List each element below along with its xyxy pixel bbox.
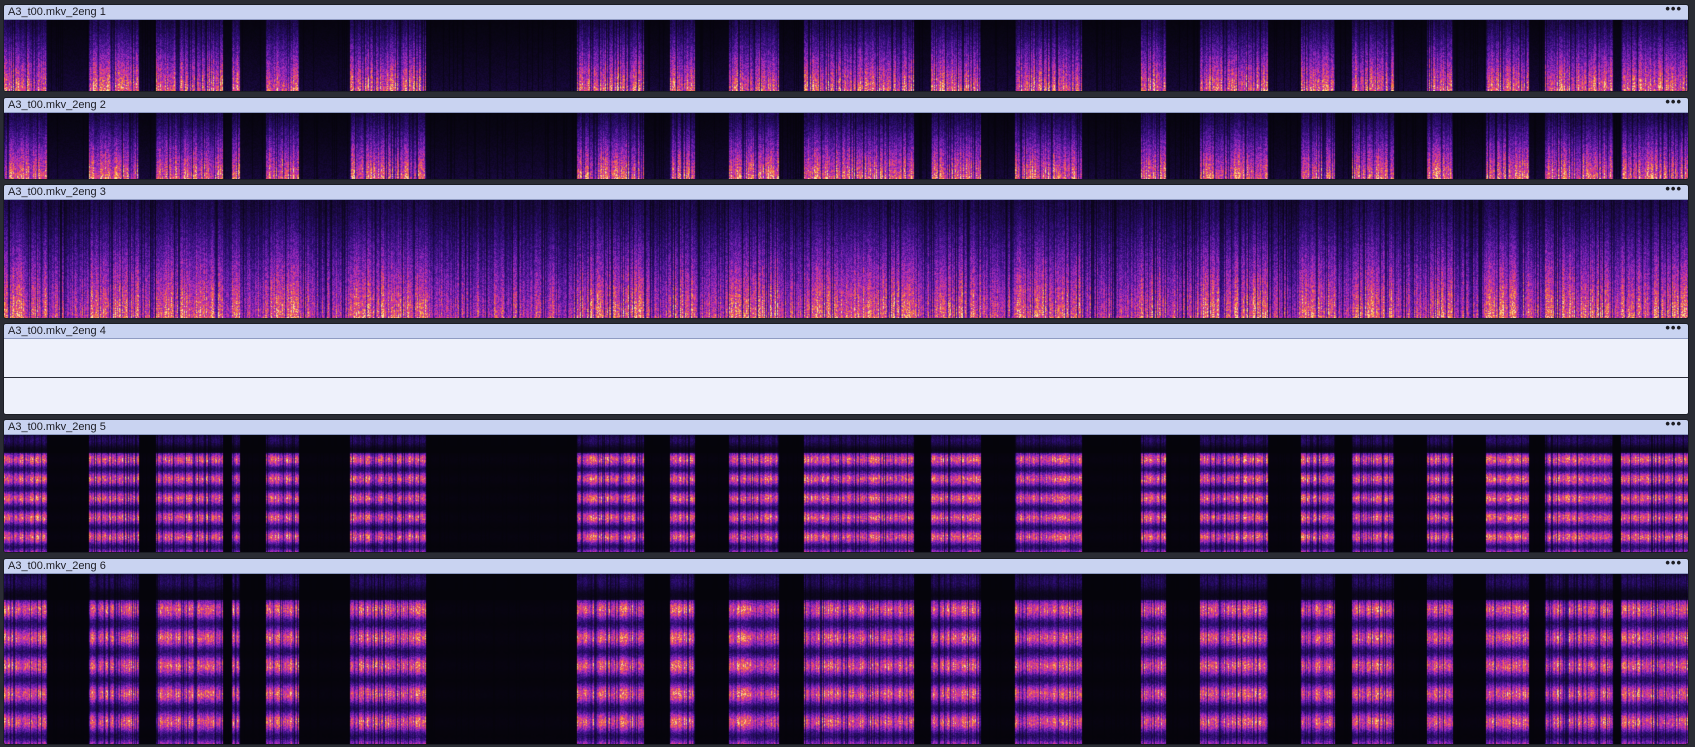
zero-line [4, 376, 1688, 378]
clip-header[interactable]: A3_t00.mkv_2eng 5 ••• [4, 420, 1688, 435]
audio-clip-2[interactable]: A3_t00.mkv_2eng 2 ••• [3, 97, 1689, 180]
spectrogram-canvas [4, 435, 1688, 552]
audio-clip-1[interactable]: A3_t00.mkv_2eng 1 ••• [3, 4, 1689, 92]
spectrogram-canvas [4, 20, 1688, 91]
clip-menu-button[interactable]: ••• [1665, 5, 1682, 15]
clip-name: A3_t00.mkv_2eng 3 [8, 186, 106, 198]
clip-header[interactable]: A3_t00.mkv_2eng 3 ••• [4, 185, 1688, 200]
clip-name: A3_t00.mkv_2eng 2 [8, 99, 106, 111]
clip-menu-button[interactable]: ••• [1665, 559, 1682, 569]
audio-clip-6[interactable]: A3_t00.mkv_2eng 6 ••• [3, 558, 1689, 745]
spectrogram-view[interactable] [4, 435, 1688, 552]
spectrogram-view[interactable] [4, 200, 1688, 318]
clip-header[interactable]: A3_t00.mkv_2eng 2 ••• [4, 98, 1688, 113]
track-area: A3_t00.mkv_2eng 1 ••• A3_t00.mkv_2eng 2 … [0, 0, 1695, 747]
spectrogram-view[interactable] [4, 113, 1688, 179]
spectrogram-canvas [4, 113, 1688, 179]
clip-menu-button[interactable]: ••• [1665, 185, 1682, 195]
clip-name: A3_t00.mkv_2eng 1 [8, 6, 106, 18]
clip-header[interactable]: A3_t00.mkv_2eng 4 ••• [4, 324, 1688, 339]
audio-clip-3[interactable]: A3_t00.mkv_2eng 3 ••• [3, 184, 1689, 319]
clip-menu-button[interactable]: ••• [1665, 420, 1682, 430]
audio-clip-5[interactable]: A3_t00.mkv_2eng 5 ••• [3, 419, 1689, 553]
clip-header[interactable]: A3_t00.mkv_2eng 6 ••• [4, 559, 1688, 574]
clip-header[interactable]: A3_t00.mkv_2eng 1 ••• [4, 5, 1688, 20]
audio-clip-4[interactable]: A3_t00.mkv_2eng 4 ••• [3, 323, 1689, 415]
waveform-view[interactable] [4, 339, 1688, 414]
spectrogram-view[interactable] [4, 574, 1688, 744]
clip-menu-button[interactable]: ••• [1665, 98, 1682, 108]
spectrogram-view[interactable] [4, 20, 1688, 91]
clip-name: A3_t00.mkv_2eng 6 [8, 560, 106, 572]
spectrogram-canvas [4, 574, 1688, 744]
spectrogram-canvas [4, 200, 1688, 318]
clip-name: A3_t00.mkv_2eng 4 [8, 325, 106, 337]
clip-menu-button[interactable]: ••• [1665, 324, 1682, 334]
clip-name: A3_t00.mkv_2eng 5 [8, 421, 106, 433]
